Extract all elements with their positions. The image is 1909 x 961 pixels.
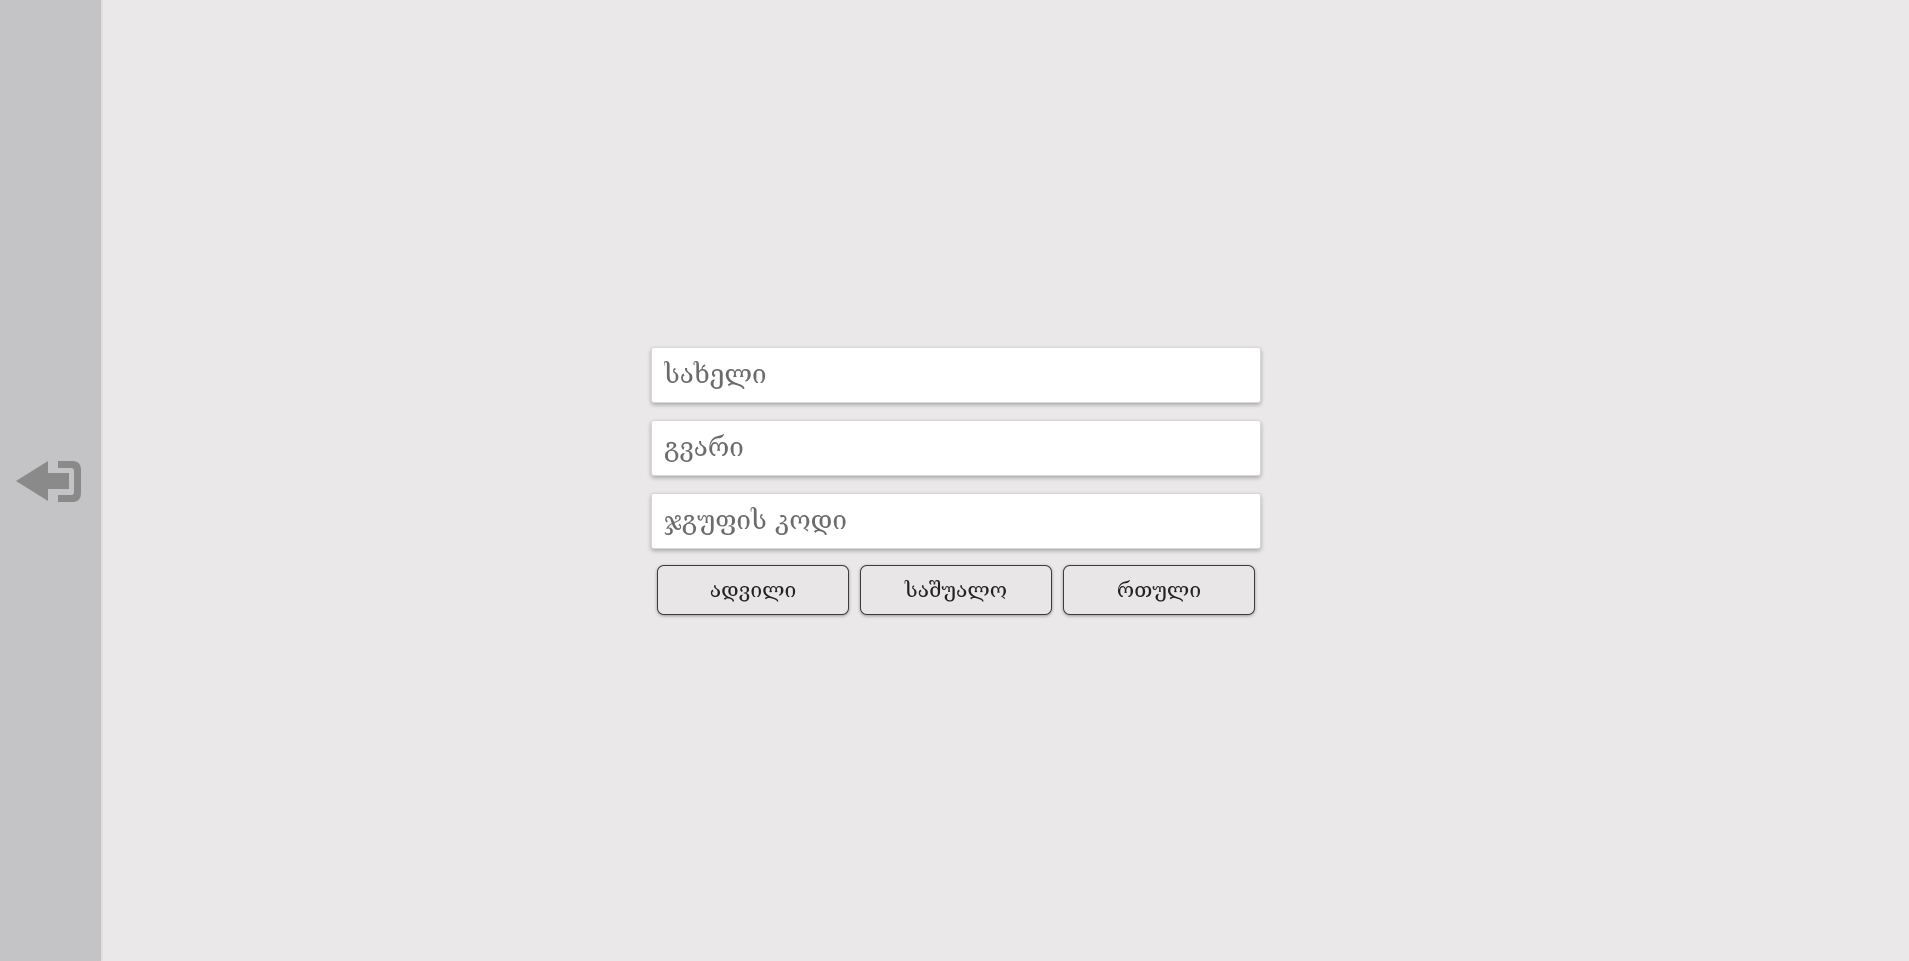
group-code-input[interactable] — [651, 493, 1261, 549]
easy-button[interactable]: ადვილი — [657, 565, 849, 615]
first-name-input[interactable] — [651, 347, 1261, 403]
difficulty-buttons: ადვილი საშუალო რთული — [651, 565, 1261, 617]
login-form: ადვილი საშუალო რთული — [651, 347, 1261, 617]
last-name-input[interactable] — [651, 420, 1261, 476]
sidebar — [0, 0, 101, 961]
back-button[interactable] — [14, 453, 84, 509]
medium-button[interactable]: საშუალო — [860, 565, 1052, 615]
hard-button[interactable]: რთული — [1063, 565, 1255, 615]
sign-in-arrow-left-icon — [16, 461, 81, 502]
